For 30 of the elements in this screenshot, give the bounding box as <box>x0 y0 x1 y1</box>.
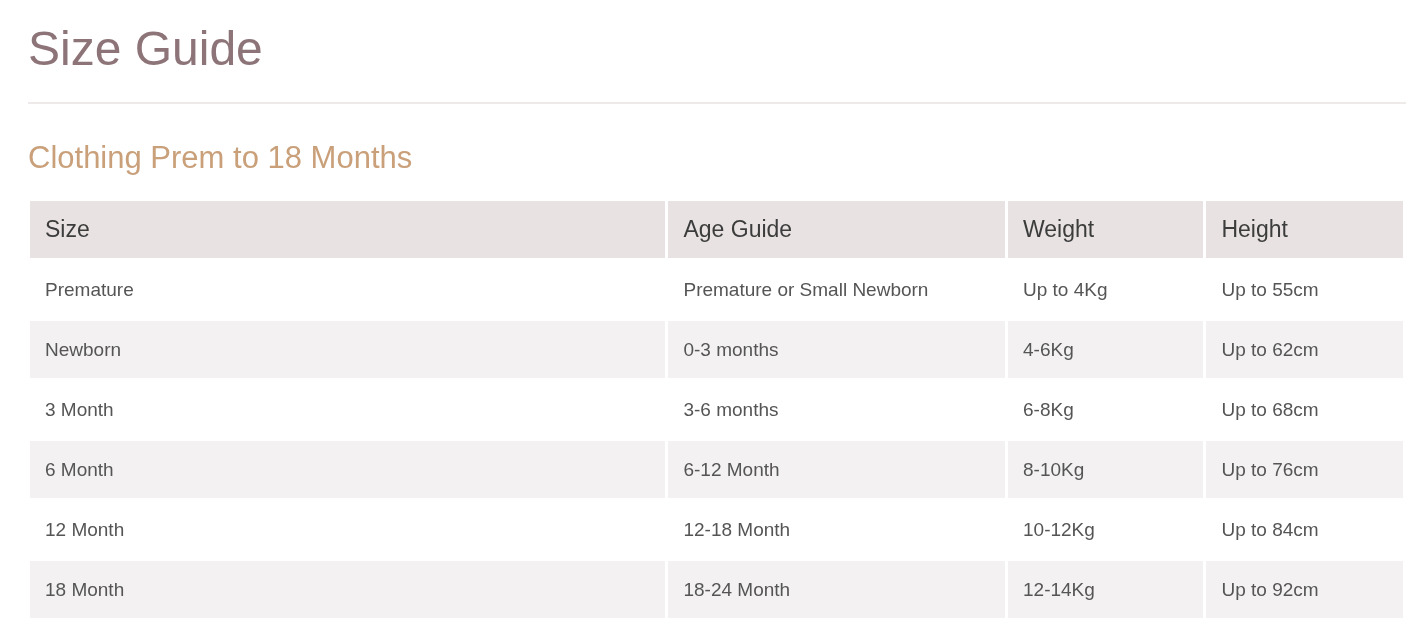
table-cell: 6 Month <box>30 441 666 498</box>
table-cell: Up to 62cm <box>1206 321 1403 378</box>
table-cell-text: 12-18 Month <box>682 517 792 542</box>
table-cell: 4-6Kg <box>1008 321 1204 378</box>
column-header: Weight <box>1008 201 1204 258</box>
table-cell-text: Premature <box>44 277 135 302</box>
page-title: Size Guide <box>28 21 264 77</box>
table-cell-text: 10-12Kg <box>1022 517 1096 542</box>
table-cell: 0-3 months <box>668 321 1005 378</box>
table-cell-text: 12 Month <box>44 517 126 542</box>
table-cell: 8-10Kg <box>1008 441 1204 498</box>
table-cell-text: Up to 4Kg <box>1022 277 1109 302</box>
table-cell-text: 6-8Kg <box>1022 397 1075 422</box>
table-cell-text: 3 Month <box>44 397 115 422</box>
table-cell: 18 Month <box>30 561 666 618</box>
table-cell-text: Up to 55cm <box>1220 277 1320 302</box>
table-cell-text: 3-6 months <box>682 397 780 422</box>
table-cell-text: Up to 68cm <box>1220 397 1320 422</box>
column-header: Size <box>30 201 666 258</box>
table-cell: Newborn <box>30 321 666 378</box>
table-cell-text: Up to 84cm <box>1220 517 1320 542</box>
table-cell: 18-24 Month <box>668 561 1005 618</box>
table-cell: 12-14Kg <box>1008 561 1204 618</box>
section-title: Clothing Prem to 18 Months <box>28 139 414 177</box>
column-header: Height <box>1206 201 1403 258</box>
table-cell: Up to 92cm <box>1206 561 1403 618</box>
table-cell: Up to 76cm <box>1206 441 1403 498</box>
column-header: Age Guide <box>668 201 1005 258</box>
table-cell: 6-12 Month <box>668 441 1005 498</box>
table-cell-text: Premature or Small Newborn <box>682 277 930 302</box>
